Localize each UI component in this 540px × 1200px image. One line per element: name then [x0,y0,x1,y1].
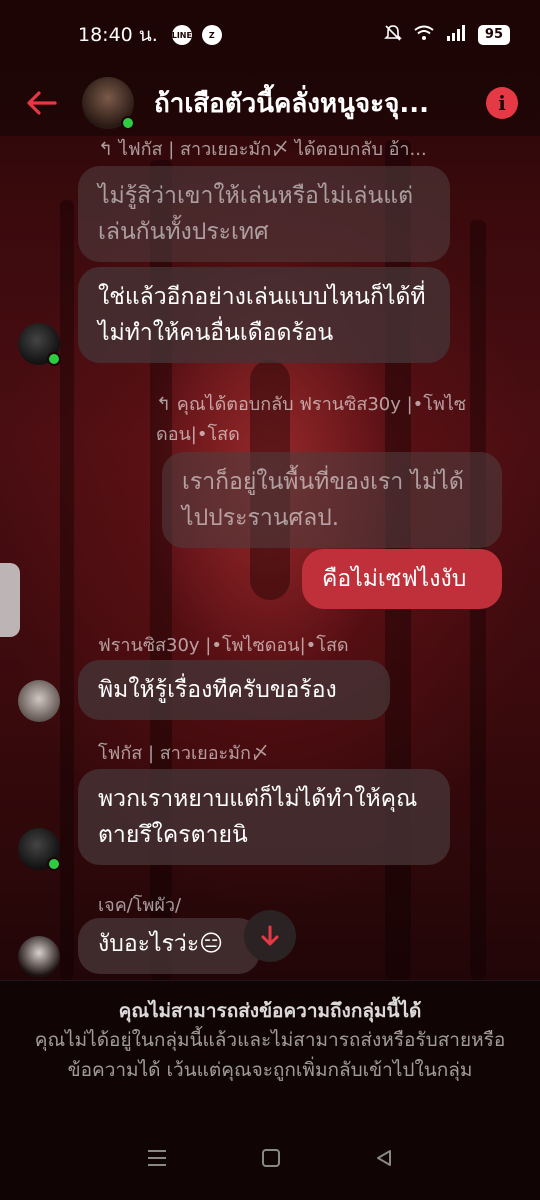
triangle-back-icon [376,1150,391,1166]
online-indicator [121,116,135,130]
wifi-icon [414,24,434,46]
sender-avatar[interactable] [18,680,60,722]
recent-apps-button[interactable] [146,1149,168,1171]
chat-title[interactable]: ถ้าเสือตัวนี้คลั่งหนูจะจุ... [154,83,444,124]
notice-body: คุณไม่ได้อยู่ในกลุ่มนี้แล้วและไม่สามารถส… [34,1029,506,1081]
my-message-bubble[interactable]: คือไม่เซฟไงงับ [302,549,502,609]
reply-meta: ↰ คุณได้ตอบกลับ ฟรานซิส30y |•โพไซดอน|•โส… [156,394,467,445]
home-button[interactable] [261,1148,281,1172]
reply-meta: ↰ ไฟกัส | สาวเยอะมัก〆 ได้ตอบกลับ อ้า... [98,139,427,160]
sender-avatar[interactable] [18,936,60,978]
sender-name: ฟรานซิส30y |•โพไซดอน|•โสด [98,635,349,656]
back-arrow-icon [27,91,57,115]
sender-avatar[interactable] [18,323,61,366]
group-avatar[interactable] [82,77,135,130]
message-bubble[interactable]: ใช่แล้วอีกอย่างเล่นแบบไหนก็ได้ที่ไม่ทำให… [78,267,450,363]
menu-lines-icon [148,1150,167,1166]
info-icon: i [498,91,506,115]
edge-panel-handle[interactable] [0,563,20,637]
line-icon: LINE [172,25,192,45]
battery-indicator: 95 [477,25,510,45]
signal-icon [446,24,466,46]
scroll-to-bottom-button[interactable] [244,910,296,962]
online-indicator [47,857,61,871]
info-button[interactable]: i [486,87,518,119]
notice-title: คุณไม่สามารถส่งข้อความถึงกลุ่มนี้ได้ [118,1000,422,1022]
z-app-icon: Z [201,25,222,45]
quoted-message[interactable]: ไม่รู้สิว่าเขาให้เล่นหรือไม่เล่นแต่เล่นก… [78,166,450,262]
message-bubble[interactable]: พิมให้รู้เรื่องทีครับขอร้อง [78,660,390,720]
cannot-send-notice: คุณไม่สามารถส่งข้อความถึงกลุ่มนี้ได้ คุณ… [0,980,540,1120]
sender-name: เจค/โพผัว/ [98,895,182,916]
arrow-down-icon [261,925,279,946]
sender-name: โฟกัส | สาวเยอะมัก〆 [98,743,269,764]
chat-header: ถ้าเสือตัวนี้คลั่งหนูจะจุ... i [0,70,540,136]
back-button[interactable] [22,83,62,123]
square-icon [261,1149,280,1167]
message-bubble[interactable]: พวกเราหยาบแต่ก็ไม่ได้ทำให้คุณตายรึใครตาย… [78,769,450,865]
status-time: 18:40 น. [78,24,158,46]
status-bar: 18:40 น. LINE Z 95 [0,0,540,70]
quoted-message[interactable]: เราก็อยู่ในพื้นที่ของเรา ไม่ได้ไปประรานศ… [162,452,502,548]
system-navigation-bar [0,1120,540,1200]
online-indicator [47,352,61,366]
mute-bell-icon [383,24,402,47]
message-bubble[interactable]: งับอะไรว่ะ😑 [78,918,260,974]
back-nav-button[interactable] [374,1148,394,1172]
sender-avatar[interactable] [18,828,61,871]
